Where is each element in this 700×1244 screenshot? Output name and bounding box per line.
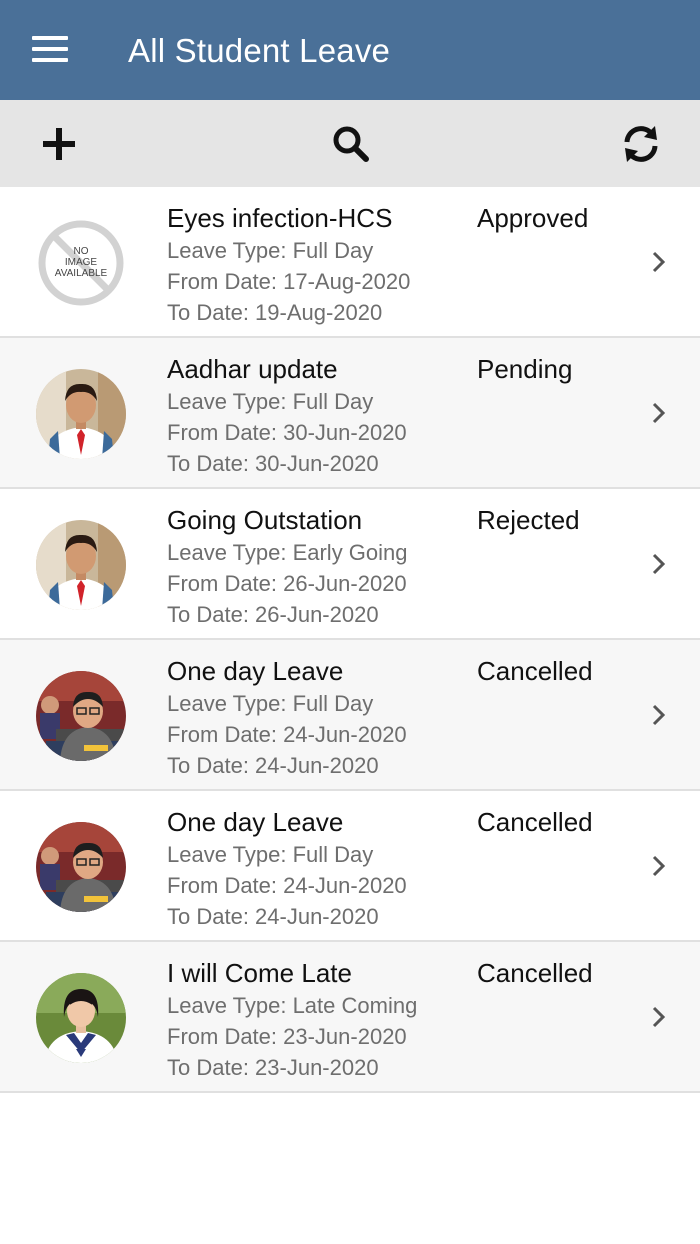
leave-list-item[interactable]: Going Outstation Rejected Leave Type: Ea… [0,489,700,640]
leave-status: Approved [477,203,589,233]
student-avatar [36,671,126,761]
from-date: From Date: 24-Jun-2020 [167,873,407,898]
to-date: To Date: 24-Jun-2020 [167,904,379,929]
leave-list-item[interactable]: One day Leave Cancelled Leave Type: Full… [0,640,700,791]
leave-status: Cancelled [477,958,593,988]
app-bar: All Student Leave [0,0,700,100]
chevron-right-icon[interactable] [648,248,670,276]
leave-title: Eyes infection-HCS [167,203,393,233]
search-icon[interactable] [329,122,373,166]
leave-type: Leave Type: Full Day [167,389,374,414]
leave-type: Leave Type: Full Day [167,238,374,263]
chevron-right-icon[interactable] [648,550,670,578]
chevron-right-icon[interactable] [648,852,670,880]
leave-type: Leave Type: Full Day [167,842,374,867]
to-date: To Date: 26-Jun-2020 [167,602,379,627]
to-date: To Date: 23-Jun-2020 [167,1055,379,1080]
leave-status: Cancelled [477,656,593,686]
chevron-right-icon[interactable] [648,399,670,427]
leave-list-item[interactable]: NO IMAGE AVAILABLE Eyes infection-HCS Ap… [0,187,700,338]
hamburger-menu-icon[interactable] [32,36,68,64]
from-date: From Date: 23-Jun-2020 [167,1024,407,1049]
student-avatar [36,520,126,610]
leave-type: Leave Type: Late Coming [167,993,418,1018]
chevron-right-icon[interactable] [648,701,670,729]
chevron-right-icon[interactable] [648,1003,670,1031]
plus-icon[interactable] [37,122,81,166]
from-date: From Date: 26-Jun-2020 [167,571,407,596]
leave-list: NO IMAGE AVAILABLE Eyes infection-HCS Ap… [0,187,700,1093]
leave-list-item[interactable]: One day Leave Cancelled Leave Type: Full… [0,791,700,942]
leave-title: One day Leave [167,656,344,686]
to-date: To Date: 30-Jun-2020 [167,451,379,476]
no-image-avatar: NO IMAGE AVAILABLE [36,218,126,308]
student-avatar [36,973,126,1063]
svg-text:IMAGE: IMAGE [65,257,98,268]
to-date: To Date: 19-Aug-2020 [167,300,383,325]
page-title: All Student Leave [128,32,391,69]
leave-type: Leave Type: Early Going [167,540,408,565]
leave-type: Leave Type: Full Day [167,691,374,716]
leave-title: One day Leave [167,807,344,837]
refresh-icon[interactable] [619,122,663,166]
leave-status: Rejected [477,505,580,535]
leave-title: I will Come Late [167,958,352,988]
to-date: To Date: 24-Jun-2020 [167,753,379,778]
student-avatar [36,822,126,912]
leave-status: Pending [477,354,573,384]
from-date: From Date: 24-Jun-2020 [167,722,407,747]
student-avatar [36,369,126,459]
leave-title: Going Outstation [167,505,363,535]
from-date: From Date: 17-Aug-2020 [167,269,411,294]
leave-list-item[interactable]: Aadhar update Pending Leave Type: Full D… [0,338,700,489]
leave-title: Aadhar update [167,354,338,384]
svg-text:AVAILABLE: AVAILABLE [55,268,108,279]
leave-list-item[interactable]: I will Come Late Cancelled Leave Type: L… [0,942,700,1093]
svg-text:NO: NO [74,246,89,257]
action-toolbar [0,100,700,187]
from-date: From Date: 30-Jun-2020 [167,420,407,445]
leave-status: Cancelled [477,807,593,837]
